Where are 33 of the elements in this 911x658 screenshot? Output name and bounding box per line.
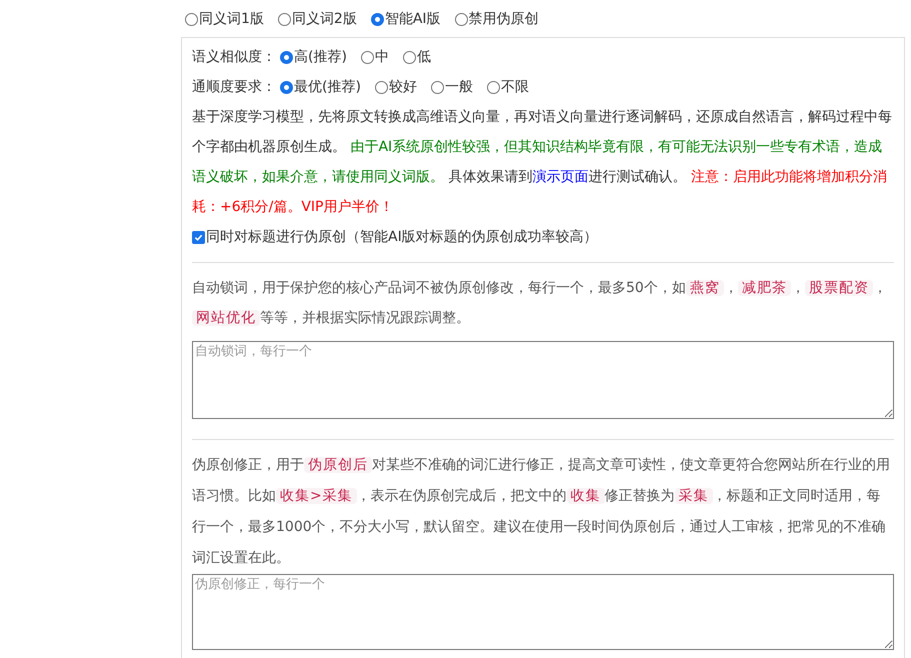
- radio-button[interactable]: [374, 80, 388, 94]
- radio-button[interactable]: [370, 12, 384, 26]
- corrections-field[interactable]: 伪原创修正，每行一个: [192, 574, 894, 650]
- radio-label: 中: [374, 48, 389, 66]
- radio-button[interactable]: [402, 50, 416, 64]
- radio-button[interactable]: [280, 50, 293, 64]
- radio-button[interactable]: [454, 12, 468, 26]
- radio-label: 较好: [388, 78, 417, 96]
- radio-label: 最优(推荐): [294, 78, 361, 96]
- similarity-label: 语义相似度：: [192, 48, 276, 66]
- radio-label: 智能AI版: [384, 10, 441, 29]
- corrections-description: 伪原创修正，用于 伪原创后 对某些不准确的词汇进行修正，提高文章可读性，使文章更符合您网站所在行业的用语习惯。比如 收集>采集 ，表示在伪原创完成后，把文中的 收集 修正替换为 采集 ，标题和正文同时适用，每行一个，最多1000个，不分大小写，默认留空。建议在使用一段时间伪原创后，通过人工审核，把常见的不准确词汇设置在此。: [192, 456, 891, 568]
- radio-label: 低: [416, 48, 431, 66]
- checkbox[interactable]: [192, 230, 205, 244]
- radio-label: 禁用伪原创: [468, 10, 539, 29]
- radio-label: 高(推荐): [294, 48, 347, 66]
- radio-button[interactable]: [430, 80, 444, 94]
- lock-words-field[interactable]: 自动锁词，每行一个: [192, 341, 894, 419]
- checkmark-icon: [194, 232, 203, 242]
- radio-label: 一般: [444, 78, 473, 96]
- fluency-label: 通顺度要求：: [192, 78, 276, 96]
- radio-button[interactable]: [280, 80, 293, 94]
- radio-button[interactable]: [185, 12, 198, 26]
- radio-label: 同义词1版: [199, 10, 264, 29]
- lock-words-description: 自动锁词，用于保护您的核心产品词不被伪原创修改，每行一个，最多50个，如 燕窝 ， 减肥茶 ， 股票配资 ， 网站优化 等等，并根据实际情况跟踪调整。: [192, 279, 888, 328]
- radio-label: 同义词2版: [292, 10, 357, 29]
- radio-label: 不限: [500, 78, 529, 96]
- title-option-label: 同时对标题进行伪原创（智能AI版对标题的伪原创成功率较高）: [206, 228, 598, 246]
- radio-button[interactable]: [360, 50, 374, 64]
- radio-button[interactable]: [486, 80, 500, 94]
- radio-button[interactable]: [278, 12, 291, 26]
- ai-description: 基于深度学习模型，先将原文转换成高维语义向量，再对语义向量进行逐词解码，还原成自然语言，解码过程中每个字都由机器原创生成。 由于AI系统原创性较强，但其知识结构毕竟有限，有可能无法识别一些专有术语，造成语义破坏，如果介意，请使用同义词版。 具体效果请到演示页面进行测试确认。 注意：启用此功能将增加积分消耗：+6积分/篇。VIP用户半价！: [192, 108, 893, 217]
- demo-page-link[interactable]: 演示页面: [532, 169, 588, 185]
